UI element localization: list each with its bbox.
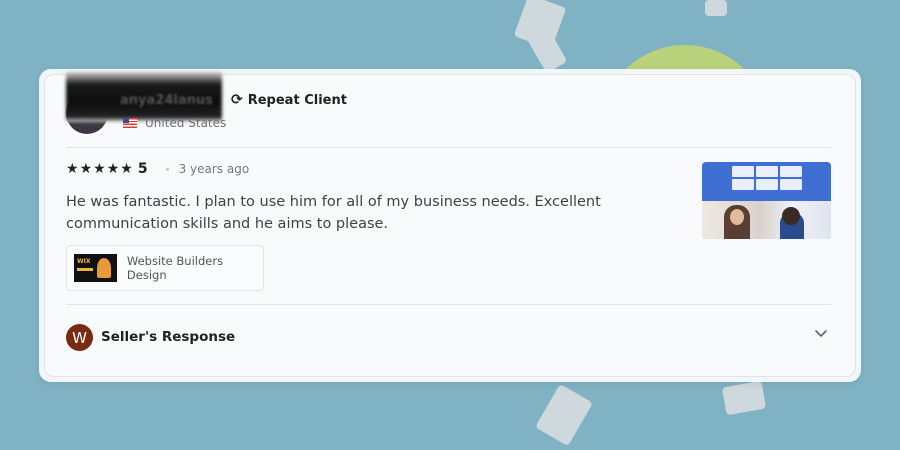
repeat-client-label: Repeat Client <box>247 92 347 108</box>
bolt-shape <box>721 380 767 416</box>
separator-dot <box>165 167 169 171</box>
reviewer-name[interactable]: anya24lanus <box>120 93 213 108</box>
gig-link[interactable]: WIX Website Builders Design <box>66 245 264 291</box>
bolt-shape <box>526 26 568 74</box>
repeat-icon: ⟳ <box>231 92 243 108</box>
gig-thumbnail-text: WIX <box>77 258 91 265</box>
star-icon: ★ <box>66 161 79 177</box>
thumbnail-card <box>756 179 778 190</box>
gig-thumbnail: WIX <box>74 254 117 282</box>
star-icon: ★ <box>93 161 106 177</box>
review-text: He was fantastic. I plan to use him for … <box>66 194 601 232</box>
bolt-shape <box>535 383 593 447</box>
bolt-shape <box>705 0 727 16</box>
star-icon: ★ <box>79 161 93 177</box>
repeat-client-badge: ⟳ Repeat Client <box>231 92 347 108</box>
thumbnail-card <box>756 166 778 177</box>
review-attachment-image[interactable] <box>702 162 831 239</box>
rating-row: ★ ★ ★ ★ ★ 5 3 years ago <box>66 161 249 177</box>
thumbnail-person-face <box>730 209 744 225</box>
star-icon: ★ <box>120 161 133 177</box>
thumbnail-card <box>780 179 802 190</box>
thumbnail-card <box>732 166 754 177</box>
review-time: 3 years ago <box>178 162 250 176</box>
reviewer-country: United States <box>123 116 226 130</box>
seller-response-toggle[interactable]: Seller's Response <box>101 329 235 345</box>
seller-avatar: W <box>66 324 93 351</box>
header-divider <box>66 147 831 148</box>
rating-value: 5 <box>137 161 148 177</box>
chevron-down-icon[interactable] <box>814 326 828 340</box>
thumbnail-bar <box>77 268 93 271</box>
thumbnail-card <box>780 166 802 177</box>
thumbnail-person-face <box>782 207 800 225</box>
star-icon: ★ <box>106 161 120 177</box>
response-divider <box>66 304 831 305</box>
thumbnail-photo <box>702 201 831 239</box>
us-flag-icon <box>123 118 137 128</box>
thumbnail-card <box>732 179 754 190</box>
gig-label: Website Builders Design <box>126 254 224 282</box>
thumbnail-person <box>96 258 111 278</box>
country-label: United States <box>145 116 227 130</box>
